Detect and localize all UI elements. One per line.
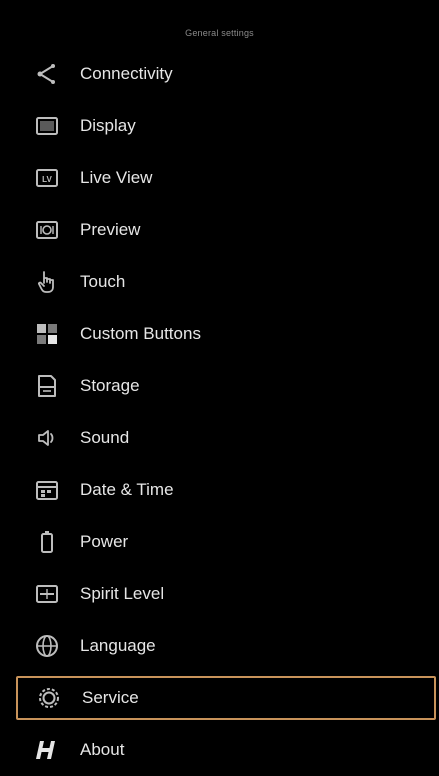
menu-item-spirit-level[interactable]: Spirit Level	[0, 568, 439, 620]
menu-item-label: Live View	[80, 168, 153, 187]
settings-menu: Connectivity Display LV Live View Previe…	[0, 48, 439, 776]
svg-text:LV: LV	[42, 175, 52, 184]
menu-item-display[interactable]: Display	[0, 100, 439, 152]
menu-item-storage[interactable]: Storage	[0, 360, 439, 412]
menu-item-power[interactable]: Power	[0, 516, 439, 568]
menu-item-label: Service	[82, 688, 139, 707]
menu-item-touch[interactable]: Touch	[0, 256, 439, 308]
speaker-icon	[34, 425, 60, 451]
share-icon	[34, 61, 60, 87]
preview-icon	[34, 217, 60, 243]
menu-item-label: Power	[80, 532, 129, 551]
settings-screen: General settings Connectivity Display LV…	[0, 0, 439, 776]
menu-item-label: Sound	[80, 428, 130, 447]
menu-item-connectivity[interactable]: Connectivity	[0, 48, 439, 100]
globe-icon	[34, 633, 60, 659]
custom-buttons-icon	[34, 321, 60, 347]
live-view-icon: LV	[34, 165, 60, 191]
brand-h-icon	[34, 737, 60, 763]
menu-item-service[interactable]: Service	[16, 676, 436, 720]
menu-item-label: About	[80, 740, 125, 759]
menu-item-date-time[interactable]: Date & Time	[0, 464, 439, 516]
menu-item-label: Spirit Level	[80, 584, 165, 603]
menu-item-label: Storage	[80, 376, 140, 395]
storage-icon	[34, 373, 60, 399]
display-icon	[34, 113, 60, 139]
gear-icon	[36, 685, 62, 711]
menu-item-sound[interactable]: Sound	[0, 412, 439, 464]
menu-item-live-view[interactable]: LV Live View	[0, 152, 439, 204]
menu-item-label: Connectivity	[80, 64, 173, 83]
menu-item-about[interactable]: About	[0, 724, 439, 776]
battery-icon	[34, 529, 60, 555]
menu-item-label: Touch	[80, 272, 126, 291]
menu-item-custom-buttons[interactable]: Custom Buttons	[0, 308, 439, 360]
menu-item-label: Custom Buttons	[80, 324, 201, 343]
calendar-icon	[34, 477, 60, 503]
spirit-level-icon	[34, 581, 60, 607]
menu-item-label: Preview	[80, 220, 141, 239]
menu-item-language[interactable]: Language	[0, 620, 439, 672]
menu-item-preview[interactable]: Preview	[0, 204, 439, 256]
menu-item-label: Language	[80, 636, 156, 655]
touch-hand-icon	[34, 269, 60, 295]
menu-item-label: Display	[80, 116, 136, 135]
page-title: General settings	[185, 28, 254, 38]
menu-item-label: Date & Time	[80, 480, 174, 499]
